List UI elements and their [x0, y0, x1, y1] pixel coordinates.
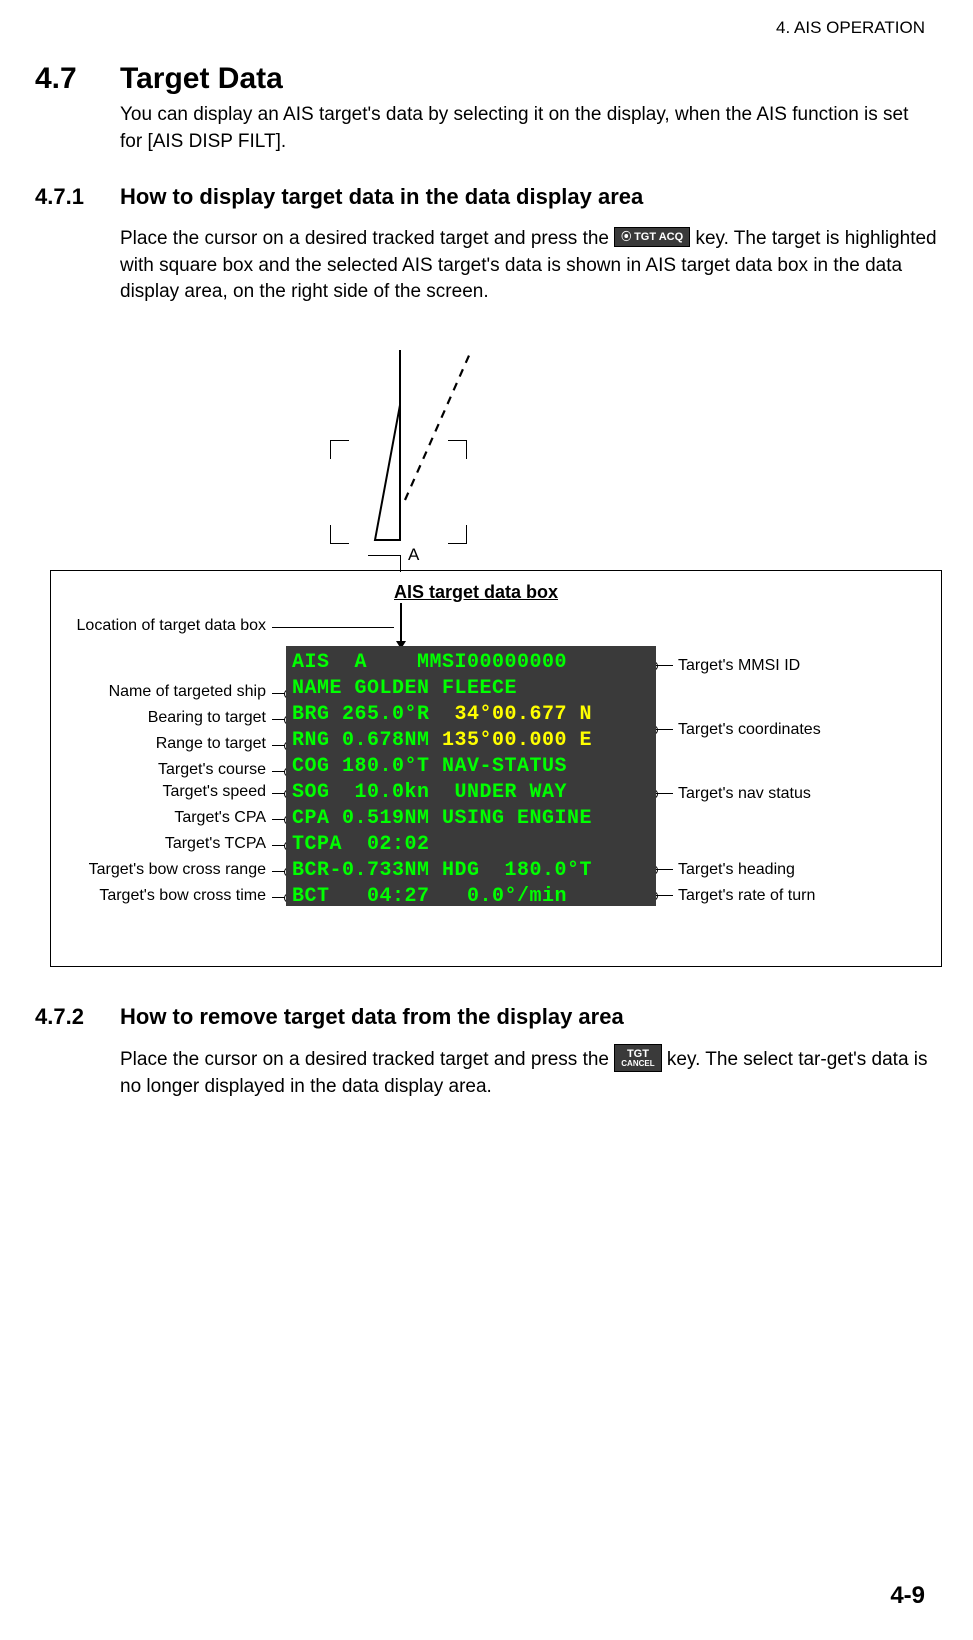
tgt-cancel-key-icon: TGTCANCEL [614, 1044, 661, 1072]
subsection-title: How to remove target data from the displ… [120, 1004, 624, 1030]
data-mmsi: MMSI00000000 [417, 651, 567, 674]
subsection-number: 4.7.1 [35, 184, 84, 210]
tgt-acq-key-icon: TGT ACQ [614, 227, 690, 246]
leader-line [400, 603, 402, 645]
callout-label: Range to target [56, 735, 266, 753]
bracket-corner [330, 525, 349, 544]
txt: Place the cursor on a desired tracked ta… [120, 1049, 614, 1070]
callout-label: Target's course [56, 761, 266, 779]
section-number: 4.7 [35, 62, 77, 96]
callout-label: Target's speed [56, 783, 266, 801]
callout-label: Location of target data box [56, 617, 266, 635]
leader-line [656, 729, 673, 730]
data-hdg: HDG 180.0°T [442, 859, 592, 882]
data-ais-id: AIS A [292, 651, 417, 674]
callout-label: Target's TCPA [56, 835, 266, 853]
callout-label: Target's nav status [678, 785, 811, 803]
sub1-text: Place the cursor on a desired tracked ta… [120, 226, 940, 306]
leader-line [656, 665, 673, 666]
data-bct: BCT 04:27 [292, 885, 467, 908]
subsection-title: How to display target data in the data d… [120, 184, 643, 210]
leader-line [656, 793, 673, 794]
data-navstatus-hdr: NAV-STATUS [442, 755, 567, 778]
callout-label: Target's rate of turn [678, 887, 815, 905]
tracked-target-symbol [320, 345, 500, 545]
callout-label: Name of targeted ship [56, 683, 266, 701]
figure-title: AIS target data box [394, 582, 558, 603]
figure: A AIS target data box Location of target… [50, 345, 940, 965]
data-tcpa: TCPA 02:02 [292, 833, 430, 856]
leader-line [656, 869, 673, 870]
callout-label: Bearing to target [56, 709, 266, 727]
leader-line [656, 895, 673, 896]
data-name: NAME GOLDEN FLEECE [292, 677, 517, 700]
data-navstatus2: USING ENGINE [442, 807, 592, 830]
leader-line [368, 555, 401, 556]
callout-label: Target's coordinates [678, 721, 821, 739]
ais-target-data-box: AIS A MMSI00000000 NAME GOLDEN FLEECE BR… [286, 646, 656, 906]
data-brg: BRG 265.0°R [292, 703, 455, 726]
bracket-corner [448, 525, 467, 544]
leader-line [272, 627, 394, 628]
callout-label: Target's MMSI ID [678, 657, 800, 675]
callout-label: Target's bow cross time [56, 887, 266, 905]
sub2-text: Place the cursor on a desired tracked ta… [120, 1046, 940, 1100]
running-header: 4. AIS OPERATION [776, 18, 925, 38]
data-lat: 34°00.677 N [455, 703, 593, 726]
data-bcr: BCR-0.733NM [292, 859, 442, 882]
data-rng: RNG 0.678NM [292, 729, 442, 752]
data-cpa: CPA 0.519NM [292, 807, 442, 830]
section-intro: You can display an AIS target's data by … [120, 102, 930, 155]
bracket-corner [448, 440, 467, 459]
figure-letter: A [408, 545, 419, 565]
callout-label: Target's heading [678, 861, 795, 879]
subsection-number: 4.7.2 [35, 1004, 84, 1030]
data-sog: SOG 10.0kn [292, 781, 442, 804]
page: 4. AIS OPERATION 4.7 Target Data You can… [0, 0, 973, 1640]
data-navstatus1: UNDER WAY [442, 781, 567, 804]
section-title: Target Data [120, 62, 283, 96]
data-rot: 0.0°/min [467, 885, 567, 908]
page-number: 4-9 [890, 1582, 925, 1610]
bracket-corner [330, 440, 349, 459]
callout-label: Target's CPA [56, 809, 266, 827]
data-cog: COG 180.0°T [292, 755, 442, 778]
txt: Place the cursor on a desired tracked ta… [120, 228, 614, 249]
data-lon: 135°00.000 E [442, 729, 592, 752]
callout-label: Target's bow cross range [56, 861, 266, 879]
